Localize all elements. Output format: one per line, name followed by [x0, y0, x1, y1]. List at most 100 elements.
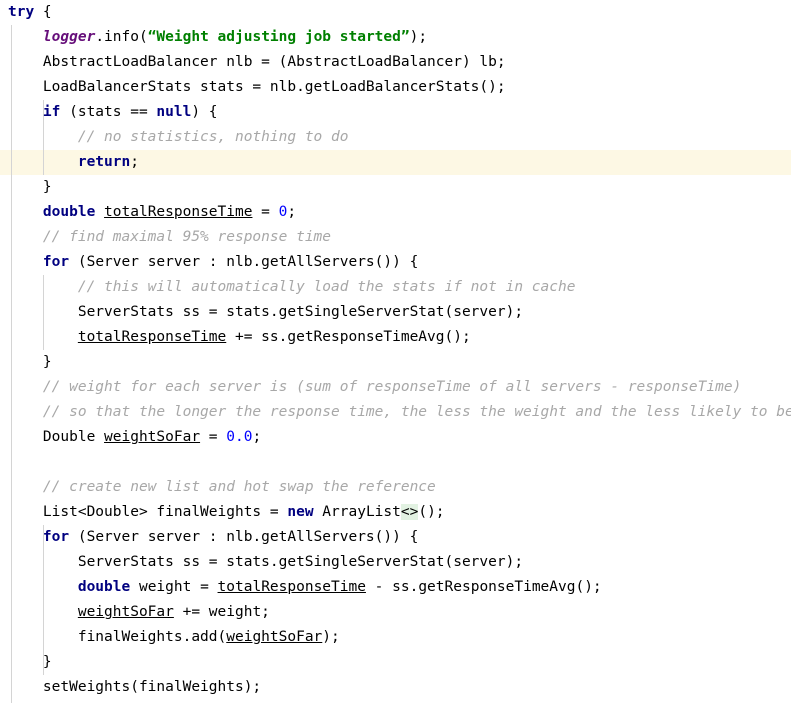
token-keyword: return: [77, 154, 131, 170]
token-plain: += weight;: [173, 604, 270, 620]
code-line[interactable]: ServerStats ss = stats.getSingleServerSt…: [0, 300, 791, 325]
code-line[interactable]: AbstractLoadBalancer nlb = (AbstractLoad…: [0, 50, 791, 75]
token-plain: ;: [252, 429, 262, 445]
token-plain: (stats ==: [60, 104, 157, 120]
token-ref: weightSoFar: [104, 429, 201, 445]
token-plain: Double: [8, 429, 105, 445]
token-keyword: for: [42, 254, 70, 270]
code-line[interactable]: weightSoFar += weight;: [0, 600, 791, 625]
code-line[interactable]: return;: [0, 150, 791, 175]
token-plain: ;: [287, 204, 297, 220]
code-editor[interactable]: try { logger.info(“Weight adjusting job …: [0, 0, 791, 703]
code-line[interactable]: for (Server server : nlb.getAllServers()…: [0, 250, 791, 275]
code-line[interactable]: // create new list and hot swap the refe…: [0, 475, 791, 500]
token-plain: List<Double> finalWeights =: [8, 504, 288, 520]
code-line[interactable]: // find maximal 95% response time: [0, 225, 791, 250]
token-plain: ArrayList: [313, 504, 401, 520]
token-plain: ) {: [191, 104, 218, 120]
token-comment: // this will automatically load the stat…: [77, 279, 576, 295]
code-line[interactable]: }: [0, 175, 791, 200]
token-plain: setWeights(finalWeights);: [8, 679, 262, 695]
token-comment: // create new list and hot swap the refe…: [42, 479, 436, 495]
token-plain: (Server server : nlb.getAllServers()) {: [69, 529, 419, 545]
token-plain: ServerStats ss = stats.getSingleServerSt…: [8, 554, 524, 570]
token-plain: ;: [130, 154, 139, 170]
token-field: logger: [42, 29, 96, 45]
code-line[interactable]: }: [0, 650, 791, 675]
token-plain: LoadBalancerStats stats = nlb.getLoadBal…: [8, 79, 506, 95]
token-plain: ServerStats ss = stats.getSingleServerSt…: [8, 304, 524, 320]
code-line[interactable]: // no statistics, nothing to do: [0, 125, 791, 150]
code-line[interactable]: double weight = totalResponseTime - ss.g…: [0, 575, 791, 600]
token-diamond: <>: [400, 504, 419, 520]
code-line[interactable]: if (stats == null) {: [0, 100, 791, 125]
token-keyword: try: [8, 4, 35, 20]
code-line[interactable]: Double weightSoFar = 0.0;: [0, 425, 791, 450]
token-ref: weightSoFar: [77, 604, 174, 620]
token-plain: );: [409, 29, 428, 45]
code-line[interactable]: }: [0, 350, 791, 375]
code-line[interactable]: ServerStats ss = stats.getSingleServerSt…: [0, 550, 791, 575]
code-line[interactable]: [0, 450, 791, 475]
token-keyword: double: [42, 204, 96, 220]
token-comment: // so that the longer the response time,…: [42, 404, 791, 420]
code-line[interactable]: // so that the longer the response time,…: [0, 400, 791, 425]
token-plain: =: [200, 429, 227, 445]
code-line[interactable]: double totalResponseTime = 0;: [0, 200, 791, 225]
token-plain: ();: [418, 504, 445, 520]
token-plain: AbstractLoadBalancer nlb = (AbstractLoad…: [8, 54, 506, 70]
token-comment: // find maximal 95% response time: [42, 229, 332, 245]
token-keyword: double: [77, 579, 131, 595]
code-line[interactable]: try {: [0, 0, 791, 25]
code-line[interactable]: setWeights(finalWeights);: [0, 675, 791, 700]
code-line[interactable]: for (Server server : nlb.getAllServers()…: [0, 525, 791, 550]
token-keyword: new: [287, 504, 314, 520]
token-string: “Weight adjusting job started”: [147, 29, 410, 45]
code-line[interactable]: totalResponseTime += ss.getResponseTimeA…: [0, 325, 791, 350]
token-plain: - ss.getResponseTimeAvg();: [365, 579, 602, 595]
code-line[interactable]: List<Double> finalWeights = new ArrayLis…: [0, 500, 791, 525]
token-ref: totalResponseTime: [104, 204, 253, 220]
token-plain: }: [8, 354, 52, 370]
token-plain: .info(: [95, 29, 148, 45]
token-plain: weight =: [130, 579, 218, 595]
code-line[interactable]: // this will automatically load the stat…: [0, 275, 791, 300]
token-comment: // weight for each server is (sum of res…: [42, 379, 742, 395]
token-plain: finalWeights.add(: [8, 629, 227, 645]
token-keyword: for: [42, 529, 70, 545]
code-line[interactable]: // weight for each server is (sum of res…: [0, 375, 791, 400]
token-keyword: null: [156, 104, 192, 120]
token-ref: totalResponseTime: [77, 329, 227, 345]
token-keyword: if: [42, 104, 61, 120]
token-ref: totalResponseTime: [217, 579, 366, 595]
token-plain: += ss.getResponseTimeAvg();: [226, 329, 471, 345]
token-number: 0.0: [226, 429, 253, 445]
code-line[interactable]: logger.info(“Weight adjusting job starte…: [0, 25, 791, 50]
token-ref: weightSoFar: [226, 629, 323, 645]
token-plain: }: [8, 654, 52, 670]
token-plain: (Server server : nlb.getAllServers()) {: [69, 254, 419, 270]
token-plain: {: [34, 4, 52, 20]
token-plain: =: [252, 204, 279, 220]
code-line[interactable]: LoadBalancerStats stats = nlb.getLoadBal…: [0, 75, 791, 100]
code-text-layer[interactable]: try { logger.info(“Weight adjusting job …: [0, 0, 791, 700]
token-plain: );: [322, 629, 340, 645]
code-line[interactable]: finalWeights.add(weightSoFar);: [0, 625, 791, 650]
token-comment: // no statistics, nothing to do: [77, 129, 349, 145]
